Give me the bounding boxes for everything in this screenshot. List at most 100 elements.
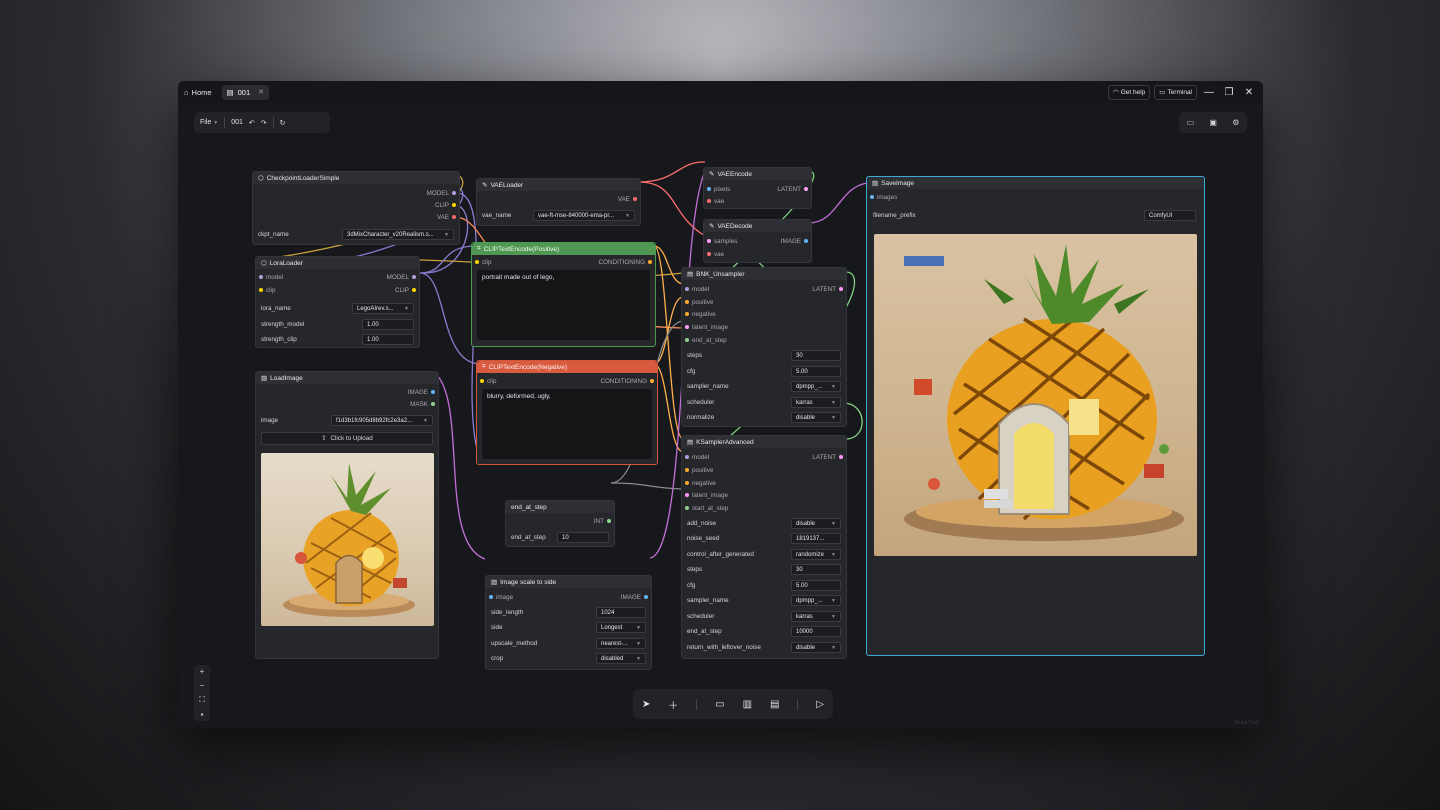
refresh-icon[interactable]: ↻ [280,119,286,127]
nodes-library-icon[interactable]: ▥ [743,699,752,710]
scheduler-select[interactable]: karras ▼ [791,397,841,408]
cfg-input[interactable]: 5.00 [791,580,841,591]
scheduler-select[interactable]: karras ▼ [791,611,841,622]
file-menu[interactable]: File ▼ [200,119,218,126]
image-select[interactable]: f1d3b1fc905d8b92fc2e3a2... ▼ [331,415,433,426]
cfg-widget[interactable]: cfg 5.00 [687,366,841,377]
normalize-widget[interactable]: normalize disable ▼ [687,412,841,423]
input-images[interactable]: images [870,192,897,202]
steps-input[interactable]: 30 [791,564,841,575]
input-latent-image[interactable]: latent_image [685,490,728,500]
negative-prompt-textarea[interactable]: blurry, deformed, ugly, [482,389,652,459]
upscale-method-widget[interactable]: upscale_method nearest-... ▼ [491,638,646,649]
input-vae[interactable]: vae [707,249,724,259]
add-noise-select[interactable]: disable ▼ [791,518,841,529]
sampler-name-select[interactable]: dpmpp_... ▼ [791,381,841,392]
crop-select[interactable]: disabled ▼ [596,653,646,664]
steps-widget[interactable]: steps 30 [687,350,841,361]
input-vae[interactable]: vae [707,196,724,206]
output-model[interactable]: MODEL [427,188,456,198]
output-image[interactable]: IMAGE [781,236,808,246]
steps-input[interactable]: 30 [791,350,841,361]
scheduler-widget[interactable]: scheduler karras ▼ [687,397,841,408]
vae-name-widget[interactable]: vae_name vae-ft-mse-840000-ema-pr... ▼ [482,210,635,221]
input-clip[interactable]: clip [475,257,491,267]
end-at-step-widget[interactable]: end_at_step 10 [511,532,609,543]
pointer-icon[interactable]: ➤ [642,699,650,710]
filmstrip-icon[interactable]: ▤ [770,699,779,710]
return-leftover-noise-select[interactable]: disable ▼ [791,642,841,653]
clip-text-encode-positive-node[interactable]: ⌗ CLIPTextEncode(Positive) clip CONDITION… [471,242,656,347]
panel-icon[interactable]: ▭ [1187,118,1195,127]
end-at-step-input[interactable]: 10 [557,532,609,543]
image-widget[interactable]: image f1d3b1fc905d8b92fc2e3a2... ▼ [261,415,433,426]
sampler-name-widget[interactable]: sampler_name dpmpp_... ▼ [687,595,841,606]
undo-icon[interactable]: ↶ [249,119,255,127]
return-leftover-noise-widget[interactable]: return_with_leftover_noise disable ▼ [687,642,841,653]
strength-model-widget[interactable]: strength_model 1.00 [261,319,414,330]
input-model[interactable]: model [685,284,709,294]
unsampler-node[interactable]: ▤ BNK_Unsampler model positive negative l… [681,267,847,427]
home-tab[interactable]: ⌂ Home [184,88,212,97]
workflow-tab[interactable]: ▤ 001 ✕ [221,84,270,100]
output-vae[interactable]: VAE [618,194,637,204]
control-after-generated-widget[interactable]: control_after_generated randomize ▼ [687,549,841,560]
output-latent[interactable]: LATENT [812,284,843,294]
steps-widget[interactable]: steps 30 [687,564,841,575]
output-latent[interactable]: LATENT [777,184,808,194]
input-end-at-step[interactable]: end_at_step [685,335,727,345]
cfg-widget[interactable]: cfg 5.00 [687,580,841,591]
input-clip[interactable]: clip [480,376,496,386]
input-positive[interactable]: positive [685,465,713,475]
clip-text-encode-negative-node[interactable]: ⌗ CLIPTextEncode(Negative) clip CONDITION… [476,360,658,465]
zoom-in-icon[interactable]: + [200,667,205,676]
output-conditioning[interactable]: CONDITIONING [598,257,652,267]
node-title[interactable]: end_at_step [506,501,614,513]
zoom-out-icon[interactable]: − [200,681,205,690]
input-model[interactable]: model [685,452,709,462]
sampler-name-widget[interactable]: sampler_name dpmpp_... ▼ [687,381,841,392]
node-title[interactable]: ▤ BNK_Unsampler [682,268,846,280]
minimize-icon[interactable]: — [1201,84,1217,100]
close-tab-icon[interactable]: ✕ [258,88,264,96]
strength-model-input[interactable]: 1.00 [362,319,414,330]
strength-clip-input[interactable]: 1.00 [362,334,414,345]
terminal-panel-icon[interactable]: ▭ [715,699,724,710]
add-noise-widget[interactable]: add_noise disable ▼ [687,518,841,529]
output-image[interactable]: IMAGE [621,592,648,602]
input-negative[interactable]: negative [685,309,716,319]
restore-icon[interactable]: ❐ [1221,84,1237,100]
load-image-node[interactable]: ▨ LoadImage IMAGE MASK image f1d3b1fc905d… [255,371,439,659]
input-samples[interactable]: samples [707,236,737,246]
node-title[interactable]: ▨ Image scale to side [486,576,651,588]
save-image-node[interactable]: ▨ SaveImage images filename_prefix ComfyU… [866,176,1205,656]
close-window-icon[interactable]: ✕ [1241,84,1257,100]
strength-clip-widget[interactable]: strength_clip 1.00 [261,334,414,345]
lora-name-widget[interactable]: lora_name LegoAIrev.s... ▼ [261,303,414,314]
vae-decode-node[interactable]: ✎ VAEDecode samples vae IMAGE [703,219,812,263]
input-start-at-step[interactable]: start_at_step [685,503,728,513]
redo-icon[interactable]: ↷ [261,119,267,127]
output-int[interactable]: INT [594,516,611,526]
output-conditioning[interactable]: CONDITIONING [600,376,654,386]
node-title[interactable]: ⬡ CheckpointLoaderSimple [253,172,459,184]
node-title[interactable]: ✎ VAEDecode [704,220,811,232]
end-at-step-node[interactable]: end_at_step INT end_at_step 10 [505,500,615,547]
node-title[interactable]: ✎ VAEEncode [704,168,811,180]
input-negative[interactable]: negative [685,478,716,488]
input-latent-image[interactable]: latent_image [685,322,728,332]
end-at-step-input[interactable]: 10000 [791,626,841,637]
lock-icon[interactable]: ▪ [201,710,204,719]
vae-name-select[interactable]: vae-ft-mse-840000-ema-pr... ▼ [533,210,635,221]
output-clip[interactable]: CLIP [395,285,416,295]
node-title[interactable]: ⬡ LoraLoader [256,257,419,269]
node-title[interactable]: ✎ VAELoader [477,179,640,191]
input-positive[interactable]: positive [685,297,713,307]
side-length-widget[interactable]: side_length 1024 [491,607,646,618]
input-clip[interactable]: clip [259,285,275,295]
queue-icon[interactable]: ▣ [1209,118,1217,127]
normalize-select[interactable]: disable ▼ [791,412,841,423]
ksampler-advanced-node[interactable]: ▤ KSamplerAdvanced model positive negativ… [681,435,847,659]
side-length-input[interactable]: 1024 [596,607,646,618]
vae-loader-node[interactable]: ✎ VAELoader VAE vae_name vae-ft-mse-84000… [476,178,641,226]
